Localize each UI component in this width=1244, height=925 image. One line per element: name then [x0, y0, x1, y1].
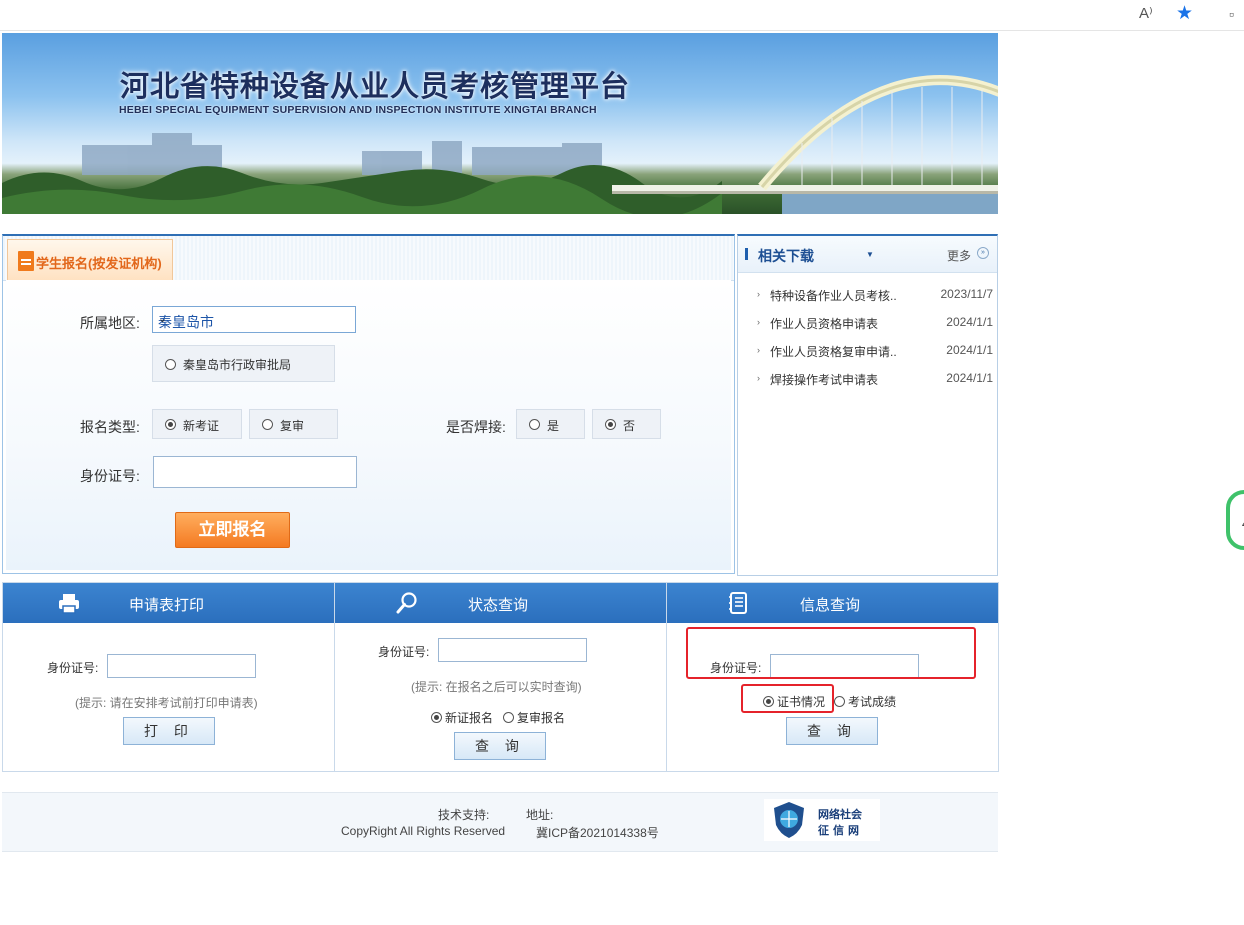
region-label: 所属地区: [80, 315, 140, 331]
print-box-title: 申请表打印 [129, 597, 205, 614]
welding-option-no[interactable]: 否 [592, 409, 661, 439]
badge-line2: 征信网 [818, 825, 863, 837]
type-review-label: 复审 [280, 419, 305, 433]
download-item[interactable]: › 特种设备作业人员考核.. 2023/11/7 [757, 287, 993, 307]
welding-label: 是否焊接: [446, 419, 506, 435]
banner-subtitle: HEBEI SPECIAL EQUIPMENT SUPERVISION AND … [119, 104, 597, 116]
download-item[interactable]: › 焊接操作考试申请表 2024/1/1 [757, 371, 993, 391]
status-query-button[interactable]: 查 询 [454, 732, 546, 760]
info-score-radio[interactable] [834, 696, 845, 707]
info-query-button[interactable]: 查 询 [786, 717, 878, 745]
download-item-name[interactable]: 特种设备作业人员考核.. [770, 287, 897, 304]
notebook-icon [729, 592, 747, 614]
download-item-name[interactable]: 作业人员资格申请表 [770, 315, 878, 332]
footer-tech-support: 技术支持: [438, 808, 490, 822]
download-item-date: 2024/1/1 [946, 343, 993, 357]
banner-title: 河北省特种设备从业人员考核管理平台 [120, 69, 631, 103]
title-bar-marker [745, 248, 748, 260]
footer-copyright: CopyRight All Rights Reserved [341, 824, 506, 838]
download-item-name[interactable]: 作业人员资格复审申请.. [770, 343, 897, 360]
downloads-header: 相关下载 ▼ 更多 » [738, 236, 997, 273]
type-new-radio[interactable] [165, 419, 176, 430]
type-option-new[interactable]: 新考证 [152, 409, 242, 439]
print-button[interactable]: 打 印 [123, 717, 215, 745]
print-hint: (提示: 请在安排考试前打印申请表) [75, 696, 258, 710]
welding-no-radio[interactable] [605, 419, 616, 430]
print-application-box: 申请表打印 身份证号: (提示: 请在安排考试前打印申请表) 打 印 [2, 582, 335, 772]
tab-student-registration-label: 学生报名(按发证机构) [36, 256, 162, 271]
search-icon [396, 592, 417, 614]
highlight-frame-certificate-option [741, 684, 834, 713]
more-link[interactable]: 更多 [947, 247, 971, 264]
site-banner: 河北省特种设备从业人员考核管理平台 HEBEI SPECIAL EQUIPMEN… [2, 33, 998, 214]
registration-tab-bar: 学生报名(按发证机构) [3, 236, 734, 281]
status-box-title: 状态查询 [468, 597, 529, 614]
type-new-label: 新考证 [183, 419, 220, 433]
registration-panel: 学生报名(按发证机构) [2, 234, 735, 574]
status-hint: (提示: 在报名之后可以实时查询) [411, 680, 582, 694]
document-icon [18, 251, 34, 271]
welding-yes-radio[interactable] [529, 419, 540, 430]
download-item[interactable]: › 作业人员资格申请表 2024/1/1 [757, 315, 993, 335]
downloads-title: 相关下载 [758, 248, 814, 264]
favorite-star-icon[interactable]: ★ [1176, 4, 1193, 24]
download-item-date: 2024/1/1 [946, 371, 993, 385]
info-score-label: 考试成绩 [848, 695, 897, 709]
info-box-header: 信息查询 [667, 583, 998, 623]
status-id-label: 身份证号: [378, 645, 430, 659]
welding-option-yes[interactable]: 是 [516, 409, 585, 439]
arrow-right-icon: › [757, 345, 760, 355]
id-number-label: 身份证号: [80, 468, 140, 484]
download-item-date: 2024/1/1 [946, 315, 993, 329]
download-item-date: 2023/11/7 [940, 287, 994, 301]
info-box-title: 信息查询 [800, 597, 861, 614]
register-now-button[interactable]: 立即报名 [175, 512, 290, 548]
banner-scenery [2, 75, 998, 214]
status-review-radio[interactable] [503, 712, 514, 723]
read-aloud-icon[interactable]: A⁾ [1139, 4, 1153, 24]
status-new-radio[interactable] [431, 712, 442, 723]
download-item-name[interactable]: 焊接操作考试申请表 [770, 371, 878, 388]
highlight-frame-id-field [686, 627, 976, 679]
status-query-box: 状态查询 身份证号: (提示: 在报名之后可以实时查询) 新证报名 复审报名 查… [334, 582, 667, 772]
print-box-header: 申请表打印 [3, 583, 334, 623]
print-id-label: 身份证号: [47, 661, 99, 675]
welding-no-label: 否 [623, 419, 636, 433]
double-chevron-right-icon[interactable]: » [977, 247, 989, 259]
arrow-right-icon: › [757, 373, 760, 383]
type-review-radio[interactable] [262, 419, 273, 430]
arrow-right-icon: › [757, 289, 760, 299]
type-option-review[interactable]: 复审 [249, 409, 338, 439]
side-floating-badge[interactable]: 4 [1226, 490, 1244, 550]
badge-line1: 网络社会 [818, 809, 862, 821]
footer-address: 地址: [526, 808, 554, 822]
tab-student-registration[interactable]: 学生报名(按发证机构) [7, 239, 173, 280]
registration-type-label: 报名类型: [80, 419, 140, 435]
footer-icp-link[interactable]: 冀ICP备2021014338号 [536, 824, 659, 841]
arrow-right-icon: › [757, 317, 760, 327]
split-screen-icon[interactable]: ▫ [1229, 4, 1234, 24]
status-new-label: 新证报名 [445, 711, 494, 725]
welding-yes-label: 是 [547, 419, 560, 433]
print-id-input[interactable] [107, 654, 256, 678]
authority-radio[interactable] [165, 359, 176, 370]
authority-option-label: 秦皇岛市行政审批局 [183, 358, 292, 372]
status-id-input[interactable] [438, 638, 587, 662]
status-review-label: 复审报名 [517, 711, 566, 725]
download-item[interactable]: › 作业人员资格复审申请.. 2024/1/1 [757, 343, 993, 363]
shield-icon [774, 802, 804, 838]
id-number-input[interactable] [153, 456, 357, 488]
caret-down-icon: ▼ [866, 250, 874, 259]
chevron-down-icon: ⌄ [158, 313, 168, 325]
authority-option[interactable]: 秦皇岛市行政审批局 [152, 345, 335, 382]
printer-icon [59, 594, 79, 614]
status-box-header: 状态查询 [335, 583, 666, 623]
browser-toolbar: A⁾ ★ ▫ [0, 0, 1244, 31]
downloads-panel: 相关下载 ▼ 更多 » › 特种设备作业人员考核.. 2023/11/7 › 作… [737, 234, 998, 576]
region-select[interactable]: 秦皇岛市 ⌄ [152, 306, 356, 333]
credit-network-badge[interactable]: 网络社会 征信网 [764, 799, 880, 841]
